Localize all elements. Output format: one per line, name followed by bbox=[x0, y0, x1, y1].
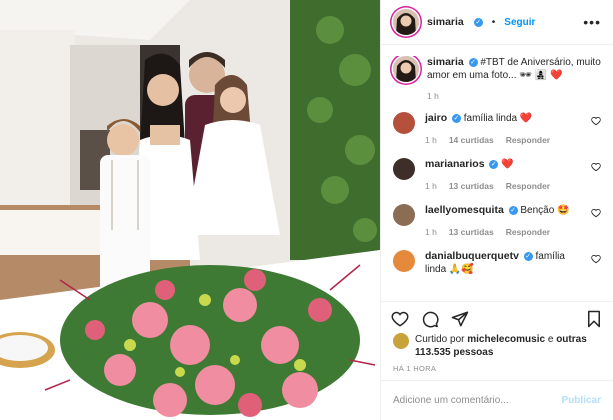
post-actions-bar bbox=[381, 301, 613, 336]
reply-button[interactable]: Responder bbox=[506, 226, 550, 239]
comment-emoji: 🙏🥰 bbox=[448, 264, 474, 275]
comment-likes[interactable]: 13 curtidas bbox=[449, 226, 494, 239]
like-heart-icon[interactable] bbox=[391, 310, 409, 328]
comment-like-heart-icon[interactable] bbox=[591, 162, 601, 172]
comment-item: danialbuquerquetv ✓ família linda 🙏🥰 bbox=[393, 250, 601, 276]
liker-avatar[interactable] bbox=[393, 333, 409, 349]
author-avatar-image bbox=[393, 9, 419, 35]
comment-item: laellyomesquita ✓ Benção 🤩 1 h 13 curtid… bbox=[393, 204, 601, 239]
share-direct-icon[interactable] bbox=[451, 310, 469, 328]
likes-conjunction: e bbox=[547, 334, 554, 345]
comment-avatar[interactable] bbox=[393, 112, 415, 134]
comment-emoji: ❤️ bbox=[501, 159, 514, 170]
caption: simaria ✓ #TBT de Aniversário, muito amo… bbox=[393, 56, 601, 101]
comment-emoji: 🤩 bbox=[557, 205, 570, 216]
post-image[interactable] bbox=[0, 0, 380, 420]
comment-like-heart-icon[interactable] bbox=[591, 116, 601, 126]
caption-time[interactable]: 1 h bbox=[427, 91, 601, 101]
author-avatar[interactable] bbox=[393, 9, 419, 35]
comment-time[interactable]: 1 h bbox=[425, 134, 437, 147]
verified-badge-icon: ✓ bbox=[489, 159, 499, 169]
comment-username[interactable]: danialbuquerquetv bbox=[425, 250, 519, 262]
caption-avatar[interactable] bbox=[393, 56, 419, 82]
comment-avatar[interactable] bbox=[393, 250, 415, 272]
comment-likes[interactable]: 14 curtidas bbox=[449, 134, 494, 147]
comment-avatar[interactable] bbox=[393, 204, 415, 226]
comment-avatar[interactable] bbox=[393, 158, 415, 180]
follow-button[interactable]: Seguir bbox=[504, 17, 535, 28]
verified-badge-icon: ✓ bbox=[508, 205, 518, 215]
more-options-icon[interactable]: ••• bbox=[583, 14, 601, 30]
likes-prefix: Curtido por bbox=[415, 334, 465, 345]
comment-likes[interactable]: 13 curtidas bbox=[449, 180, 494, 193]
reply-button[interactable]: Responder bbox=[506, 180, 550, 193]
save-bookmark-icon[interactable] bbox=[585, 310, 603, 328]
verified-badge-icon: ✓ bbox=[473, 17, 483, 27]
post-header: simaria ✓ • Seguir ••• bbox=[381, 0, 613, 45]
comment-username[interactable]: marianarios bbox=[425, 158, 485, 170]
comment-bubble-icon[interactable] bbox=[421, 310, 439, 328]
comment-like-heart-icon[interactable] bbox=[591, 208, 601, 218]
comment-text: família linda bbox=[463, 113, 518, 124]
post-photo bbox=[0, 0, 380, 420]
comment-time[interactable]: 1 h bbox=[425, 226, 437, 239]
comment-time[interactable]: 1 h bbox=[425, 180, 437, 193]
verified-badge-icon: ✓ bbox=[451, 113, 461, 123]
comment-text: Benção bbox=[520, 205, 555, 216]
post-timestamp[interactable]: HÁ 1 HORA bbox=[393, 364, 436, 373]
comment-meta: 1 h 14 curtidas Responder bbox=[425, 134, 585, 147]
comment-emoji: ❤️ bbox=[519, 113, 533, 124]
comment-like-heart-icon[interactable] bbox=[591, 254, 601, 264]
likes-summary: Curtido por michelecomusic e outras 113.… bbox=[393, 333, 601, 359]
header-separator: • bbox=[491, 16, 496, 28]
reply-button[interactable]: Responder bbox=[506, 134, 550, 147]
post-detail-panel: simaria ✓ • Seguir ••• simaria ✓ #TBT de… bbox=[380, 0, 613, 420]
comment-item: marianarios ✓ ❤️ 1 h 13 curtidas Respond… bbox=[393, 158, 601, 193]
comment-meta: 1 h 13 curtidas Responder bbox=[425, 180, 585, 193]
add-comment-bar: Publicar bbox=[381, 380, 613, 420]
publish-button[interactable]: Publicar bbox=[562, 395, 601, 406]
comment-username[interactable]: jairo bbox=[425, 112, 447, 124]
caption-avatar-image bbox=[393, 56, 419, 82]
caption-text: simaria ✓ #TBT de Aniversário, muito amo… bbox=[427, 56, 601, 82]
verified-badge-icon: ✓ bbox=[523, 251, 533, 261]
comment-input[interactable] bbox=[393, 395, 562, 406]
comment-username[interactable]: laellyomesquita bbox=[425, 204, 504, 216]
likes-text[interactable]: Curtido por michelecomusic e outras 113.… bbox=[415, 333, 601, 359]
caption-username[interactable]: simaria bbox=[427, 56, 464, 68]
liker-username[interactable]: michelecomusic bbox=[467, 334, 545, 345]
comments-list[interactable]: simaria ✓ #TBT de Aniversário, muito amo… bbox=[381, 56, 613, 301]
comment-item: jairo ✓ família linda ❤️ 1 h 14 curtidas… bbox=[393, 112, 601, 147]
comment-meta: 1 h 13 curtidas Responder bbox=[425, 226, 585, 239]
verified-badge-icon: ✓ bbox=[468, 57, 478, 67]
author-username[interactable]: simaria bbox=[427, 16, 464, 28]
